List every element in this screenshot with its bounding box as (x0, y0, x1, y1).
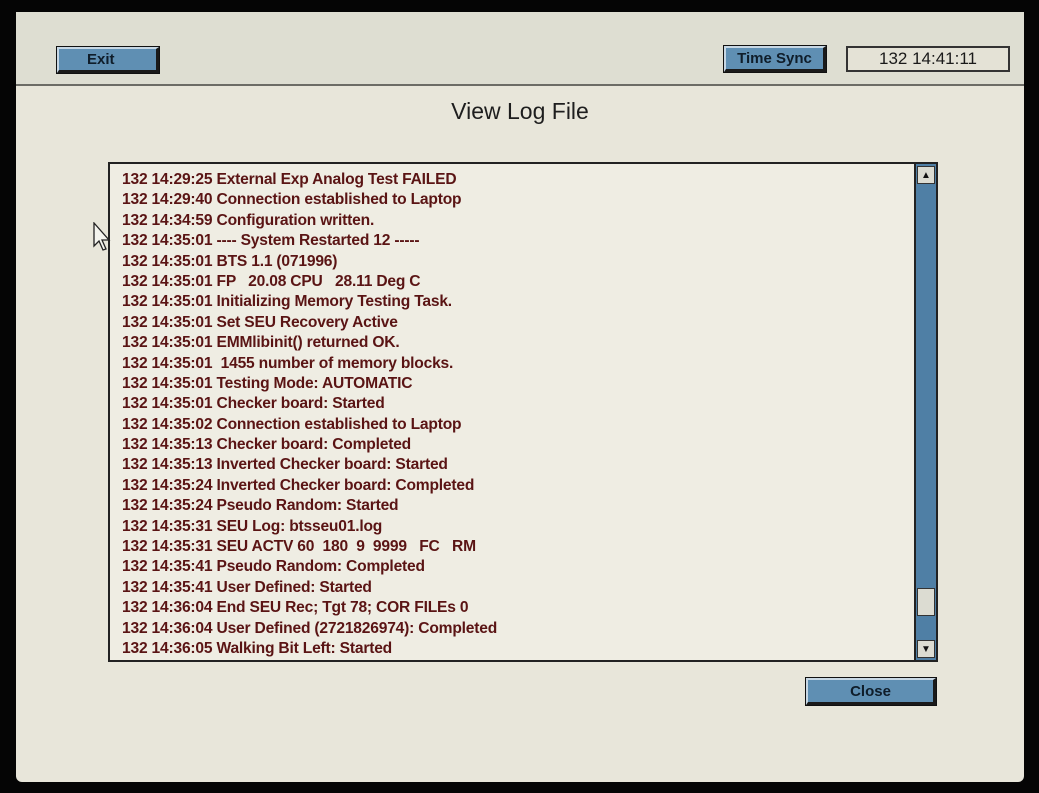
up-arrow-icon[interactable]: ▲ (917, 166, 935, 184)
log-line: 132 14:35:41 Pseudo Random: Completed (122, 558, 425, 576)
top-toolbar: Exit Time Sync 132 14:41:11 (16, 12, 1024, 86)
vertical-scrollbar[interactable]: ▲ ▼ (914, 164, 936, 660)
exit-button[interactable]: Exit (56, 46, 160, 74)
log-line: 132 14:35:13 Checker board: Completed (122, 436, 411, 454)
log-line: 132 14:29:25 External Exp Analog Test FA… (122, 171, 457, 188)
application-window: Exit Time Sync 132 14:41:11 View Log Fil… (16, 12, 1024, 782)
mouse-pointer-icon (93, 222, 111, 251)
log-line: 132 14:35:01 BTS 1.1 (071996) (122, 252, 338, 270)
log-line: 132 14:36:05 Walking Bit Left: Started (122, 639, 392, 657)
log-line: 132 14:35:01 Checker board: Started (122, 395, 385, 413)
time-sync-button[interactable]: Time Sync (723, 45, 827, 73)
log-line: 132 14:35:31 SEU ACTV 60 180 9 9999 FC R… (122, 538, 476, 556)
dialog-title: View Log File (451, 98, 589, 124)
log-line: 132 14:35:01 EMMlibinit() returned OK. (122, 334, 400, 352)
log-line: 132 14:35:01 ---- System Restarted 12 --… (122, 232, 420, 250)
log-line: 132 14:29:40 Connection established to L… (122, 191, 462, 209)
down-arrow-icon[interactable]: ▼ (917, 640, 935, 658)
log-listbox[interactable]: 132 14:29:25 External Exp Analog Test FA… (108, 162, 938, 662)
log-line: 132 14:35:01 Initializing Memory Testing… (122, 293, 452, 311)
log-line: 132 14:35:01 Testing Mode: AUTOMATIC (122, 374, 413, 392)
log-lines: 132 14:29:25 External Exp Analog Test FA… (122, 170, 912, 659)
log-line: 132 14:35:13 Inverted Checker board: Sta… (122, 456, 448, 474)
log-line: 132 14:35:31 SEU Log: btsseu01.log (122, 517, 383, 535)
time-display: 132 14:41:11 (846, 46, 1010, 72)
log-line: 132 14:35:02 Connection established to L… (122, 415, 462, 433)
close-button[interactable]: Close (805, 677, 937, 706)
log-line: 132 14:34:59 Configuration written. (122, 211, 375, 229)
log-line: 132 14:36:04 End SEU Rec; Tgt 78; COR FI… (122, 599, 469, 617)
log-line: 132 14:35:01 1455 number of memory block… (122, 354, 454, 372)
log-line: 132 14:35:24 Pseudo Random: Started (122, 497, 399, 515)
log-line: 132 14:35:01 FP 20.08 CPU 28.11 Deg C (122, 272, 421, 290)
log-line: 132 14:36:04 User Defined (2721826974): … (122, 619, 498, 637)
log-line: 132 14:35:01 Set SEU Recovery Active (122, 313, 398, 331)
scrollbar-thumb[interactable] (917, 588, 935, 616)
log-line: 132 14:35:24 Inverted Checker board: Com… (122, 476, 475, 494)
log-line: 132 14:35:41 User Defined: Started (122, 578, 372, 596)
